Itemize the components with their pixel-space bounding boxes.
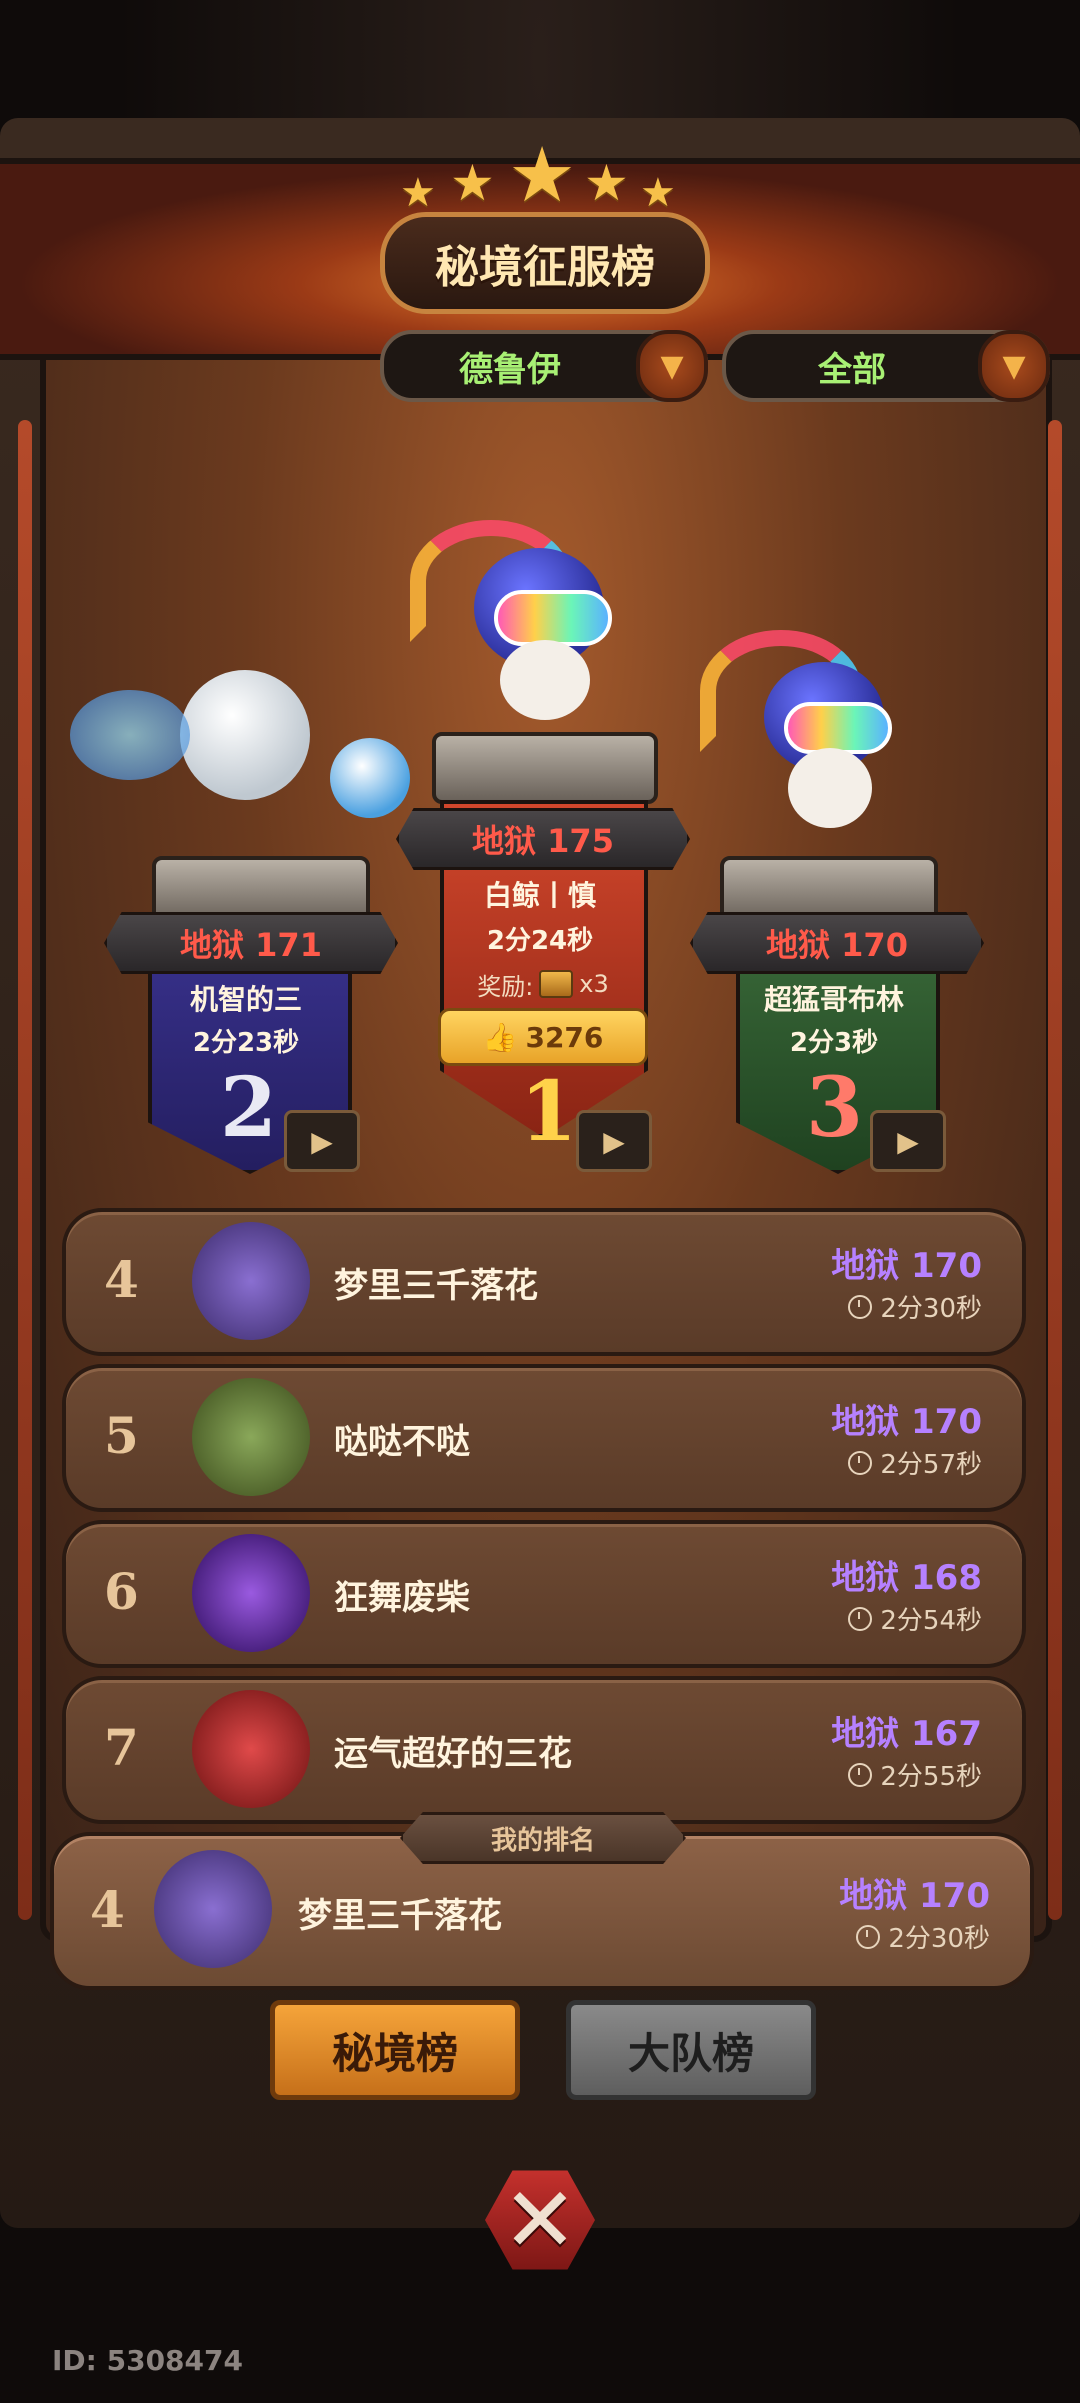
like-button[interactable]: 👍 3276 [438,1008,648,1066]
thumbs-up-icon: 👍 [482,1020,518,1054]
companion-bird [330,738,410,818]
page-title: 秘境征服榜 [380,212,710,314]
avatar[interactable] [154,1850,272,1968]
podium-reward: 奖励: x3 [448,962,638,1006]
podium-name-3: 超猛哥布林 [763,983,904,1016]
avatar[interactable] [192,1378,310,1496]
like-count: 3276 [525,1020,604,1054]
row-time-text: 2分54秒 [880,1606,982,1636]
row-level: 地狱 167 [831,1714,982,1754]
crossed-swords-close-icon: ✕ [502,2167,578,2273]
close-button[interactable]: ✕ [470,2150,610,2290]
podium-level-3: 地狱 170 [690,912,984,974]
star-icon: ★ [450,154,495,212]
player-2-avatar[interactable] [180,670,310,800]
wing-decoration [70,690,190,780]
podium-name-1: 白鲸丨慎 [483,879,596,912]
row-level: 地狱 170 [831,1402,982,1442]
row-rank: 4 [104,1250,139,1309]
my-rank-time: 2分30秒 [856,1918,990,1955]
row-rank: 5 [104,1406,139,1465]
row-time: 2分55秒 [848,1756,982,1793]
class-dropdown-label: 德鲁伊 [459,349,561,390]
right-rail [1048,420,1062,1920]
row-time: 2分54秒 [848,1600,982,1637]
my-rank-time-text: 2分30秒 [888,1924,990,1954]
podium-rank-1: 1 [520,1064,578,1160]
replay-video-button-2[interactable]: ▶ [284,1110,360,1172]
my-rank-name: 梦里三千落花 [298,1896,502,1936]
podium-time-1: 2分24秒 [486,926,594,956]
row-time-text: 2分57秒 [880,1450,982,1480]
tab-squad[interactable]: 大队榜 [566,2000,816,2100]
video-camera-icon: ▶ [603,1124,625,1158]
avatar[interactable] [192,1222,310,1340]
video-camera-icon: ▶ [311,1124,333,1158]
reward-qty: x3 [579,970,609,998]
star-icon: ★ [584,154,629,212]
podium-level-2: 地狱 171 [104,912,398,974]
character-body [788,748,872,828]
row-name: 梦里三千落花 [334,1266,538,1306]
star-icon: ★ [400,170,436,216]
row-rank: 6 [104,1562,139,1621]
my-rank-level: 地狱 170 [839,1876,990,1916]
clock-icon [848,1606,873,1631]
podium-rank-2: 2 [220,1060,278,1156]
row-rank: 7 [104,1718,139,1777]
clock-icon [856,1924,881,1949]
podium-time-2: 2分23秒 [192,1028,300,1058]
triangle-down-icon[interactable]: ▼ [978,330,1050,402]
triangle-down-icon[interactable]: ▼ [636,330,708,402]
video-camera-icon: ▶ [897,1124,919,1158]
row-name: 哒哒不哒 [334,1422,470,1462]
clock-icon [848,1762,873,1787]
scope-dropdown-label: 全部 [818,349,886,390]
avatar[interactable] [192,1690,310,1808]
podium-name-2: 机智的三 [189,983,302,1016]
goggles-icon [784,702,892,754]
avatar[interactable] [192,1534,310,1652]
podium-rank-3: 3 [806,1060,864,1156]
row-time: 2分30秒 [848,1288,982,1325]
goggles-icon [494,590,612,646]
row-name: 狂舞废柴 [334,1578,470,1618]
clock-icon [848,1450,873,1475]
row-level: 地狱 170 [831,1246,982,1286]
tab-secret-realm[interactable]: 秘境榜 [270,2000,520,2100]
scope-dropdown[interactable]: 全部 ▼ [722,330,1050,402]
my-rank-tag: 我的排名 [400,1812,686,1864]
row-time-text: 2分55秒 [880,1762,982,1792]
row-name: 运气超好的三花 [334,1734,572,1774]
row-time: 2分57秒 [848,1444,982,1481]
class-dropdown[interactable]: 德鲁伊 ▼ [380,330,708,402]
row-level: 地狱 168 [831,1558,982,1598]
podium-level-1: 地狱 175 [396,808,690,870]
list-item[interactable]: 6 狂舞废柴 地狱 168 2分54秒 [62,1520,1026,1668]
my-rank-number: 4 [90,1880,125,1939]
star-icon: ★ [640,170,676,216]
replay-video-button-3[interactable]: ▶ [870,1110,946,1172]
list-item[interactable]: 4 梦里三千落花 地狱 170 2分30秒 [62,1208,1026,1356]
left-rail [18,420,32,1920]
list-item[interactable]: 5 哒哒不哒 地狱 170 2分57秒 [62,1364,1026,1512]
star-icon: ★ [508,130,577,219]
podium-time-3: 2分3秒 [789,1028,879,1058]
treasure-chest-icon [539,970,574,998]
player-id: ID: 5308474 [52,2344,243,2377]
character-body [500,640,590,720]
podium-urn-1 [432,732,658,804]
clock-icon [848,1294,873,1319]
list-item[interactable]: 7 运气超好的三花 地狱 167 2分55秒 [62,1676,1026,1824]
star-rating: ★ ★ ★ ★ ★ [400,130,680,220]
reward-label: 奖励: [477,972,534,1001]
replay-video-button-1[interactable]: ▶ [576,1110,652,1172]
row-time-text: 2分30秒 [880,1294,982,1324]
